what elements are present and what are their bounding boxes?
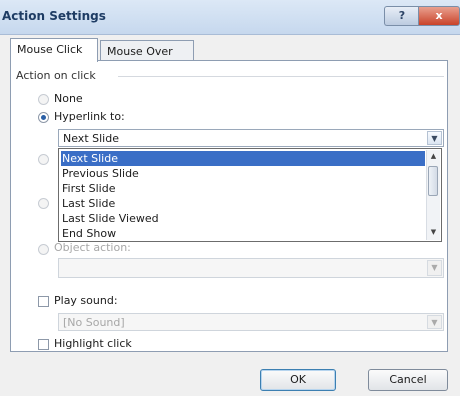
dropdown-item[interactable]: First Slide (61, 181, 425, 196)
chevron-down-icon[interactable]: ▼ (427, 315, 442, 329)
object-action-combo[interactable]: ▼ (58, 258, 444, 278)
dropdown-item[interactable]: Next Slide (61, 151, 425, 166)
radio-none[interactable] (38, 94, 49, 105)
radio-none-label: None (54, 92, 83, 105)
sound-combo-value: [No Sound] (63, 316, 125, 329)
action-settings-dialog: Action Settings ? x Mouse Click Mouse Ov… (0, 0, 460, 396)
hyperlink-dropdown-list[interactable]: Next Slide Previous Slide First Slide La… (58, 148, 442, 242)
help-button[interactable]: ? (384, 6, 419, 26)
group-divider (118, 76, 444, 77)
dropdown-item[interactable]: Previous Slide (61, 166, 425, 181)
scroll-up-icon[interactable]: ▲ (427, 150, 440, 164)
group-label-action: Action on click (14, 69, 98, 82)
radio-object-action-label: Object action: (54, 241, 131, 254)
radio-hyperlink-label: Hyperlink to: (54, 110, 125, 123)
play-sound-checkbox[interactable] (38, 296, 49, 307)
ok-button[interactable]: OK (260, 369, 336, 391)
dropdown-item[interactable]: Last Slide Viewed (61, 211, 425, 226)
scrollbar-thumb[interactable] (428, 166, 438, 196)
tab-mouse-over[interactable]: Mouse Over (100, 40, 194, 60)
window-title: Action Settings (2, 9, 106, 23)
radio-hyperlink[interactable] (38, 112, 49, 123)
chevron-down-icon[interactable]: ▼ (427, 131, 442, 145)
hyperlink-combo-value: Next Slide (63, 132, 119, 145)
chevron-down-icon[interactable]: ▼ (427, 260, 442, 276)
radio-object-action[interactable] (38, 244, 49, 255)
dropdown-item[interactable]: Last Slide (61, 196, 425, 211)
close-button[interactable]: x (418, 6, 460, 26)
hyperlink-combo[interactable]: Next Slide ▼ (58, 129, 444, 147)
play-sound-label: Play sound: (54, 294, 118, 307)
highlight-click-label: Highlight click (54, 337, 132, 350)
scroll-down-icon[interactable]: ▼ (427, 226, 440, 240)
tab-mouse-click[interactable]: Mouse Click (10, 38, 98, 62)
radio-run-program[interactable] (38, 154, 49, 165)
sound-combo[interactable]: [No Sound] ▼ (58, 313, 444, 331)
dropdown-item[interactable]: End Show (61, 226, 425, 239)
title-bar: Action Settings ? x (0, 0, 460, 35)
highlight-click-checkbox[interactable] (38, 339, 49, 350)
cancel-button[interactable]: Cancel (368, 369, 448, 391)
dropdown-scrollbar[interactable]: ▲ ▼ (426, 150, 440, 240)
radio-run-macro[interactable] (38, 198, 49, 209)
